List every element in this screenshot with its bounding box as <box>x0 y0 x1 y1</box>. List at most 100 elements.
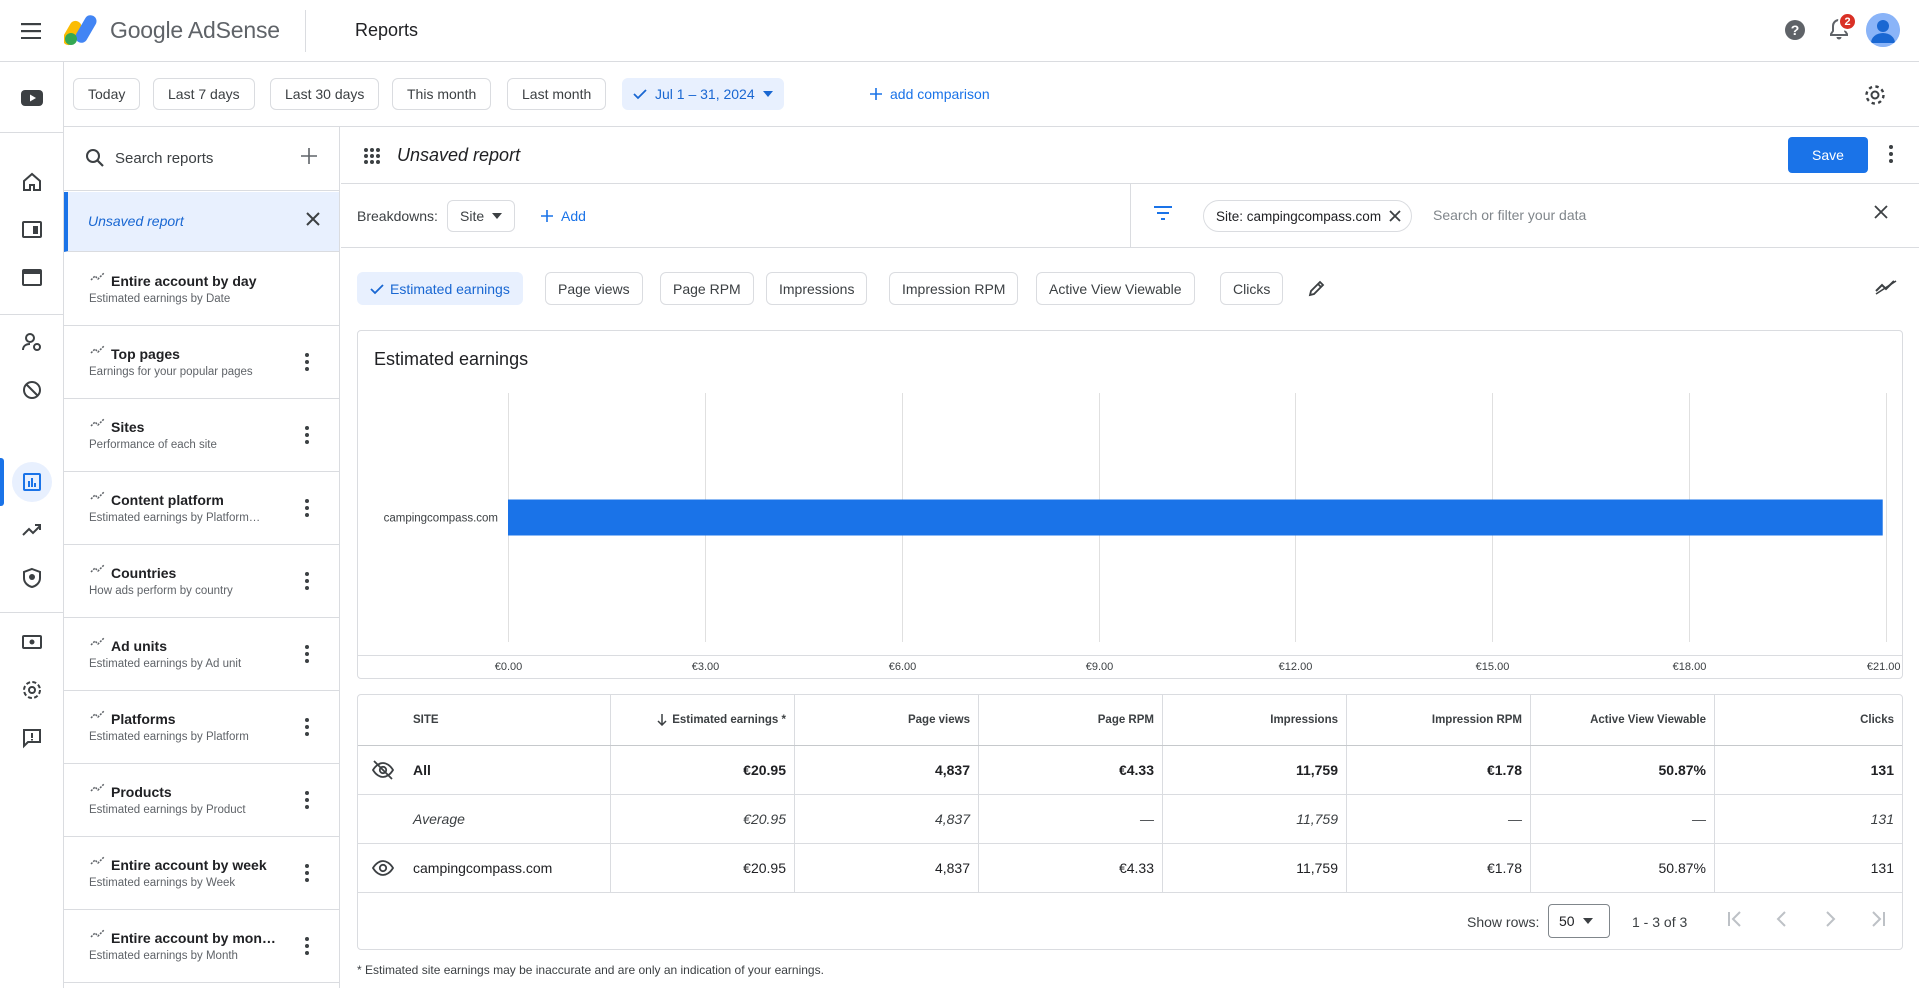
more-options-icon[interactable] <box>304 644 310 664</box>
edit-metrics-icon[interactable] <box>1307 278 1327 298</box>
report-item[interactable]: Entire account by day Estimated earnings … <box>64 253 339 326</box>
chart-bar[interactable] <box>508 499 1883 536</box>
adsense-logo-icon[interactable] <box>64 14 104 46</box>
column-header[interactable]: SITE <box>358 695 610 745</box>
report-item-title: Entire account by week <box>111 857 267 873</box>
sites-icon[interactable] <box>12 210 52 250</box>
x-tick-label: €6.00 <box>889 661 917 673</box>
more-options-icon[interactable] <box>304 498 310 518</box>
breakdown-site-dropdown[interactable]: Site <box>447 200 516 232</box>
metric-chip-page-rpm[interactable]: Page RPM <box>660 272 754 305</box>
check-icon <box>633 89 647 100</box>
more-options-icon[interactable] <box>304 425 310 445</box>
metric-chip-page-views[interactable]: Page views <box>545 272 643 305</box>
more-options-icon[interactable] <box>304 863 310 883</box>
menu-icon[interactable] <box>18 17 46 45</box>
column-header[interactable]: Estimated earnings * <box>610 695 794 745</box>
more-options-icon[interactable] <box>304 571 310 591</box>
filter-search-input[interactable]: Search or filter your data <box>1433 207 1586 223</box>
payments-icon[interactable] <box>12 622 52 662</box>
blocking-controls-icon[interactable] <box>12 370 52 410</box>
more-options-icon[interactable] <box>304 936 310 956</box>
column-header[interactable]: Page views <box>794 695 978 745</box>
reports-icon[interactable] <box>12 462 52 502</box>
table-cell: — <box>1530 795 1714 843</box>
report-header: Unsaved report Save <box>341 127 1919 184</box>
new-report-plus-icon[interactable] <box>300 147 318 165</box>
metric-chip-impression-rpm[interactable]: Impression RPM <box>889 272 1019 305</box>
report-item-subtitle: Estimated earnings by Product <box>89 804 246 816</box>
report-item[interactable]: Platforms Estimated earnings by Platform <box>64 691 339 764</box>
report-item-subtitle: Estimated earnings by Week <box>89 877 236 889</box>
metric-chip-estimated-earnings[interactable]: Estimated earnings <box>357 272 523 305</box>
report-item[interactable]: Countries How ads perform by country <box>64 545 339 618</box>
brand-name[interactable]: Google AdSense <box>110 17 280 44</box>
search-reports-field[interactable]: Search reports <box>64 127 339 191</box>
more-options-icon[interactable] <box>304 717 310 737</box>
add-comparison-button[interactable]: add comparison <box>870 78 990 110</box>
last-page-icon[interactable] <box>1868 909 1888 929</box>
clear-filters-icon[interactable] <box>1873 204 1889 220</box>
report-item[interactable]: Top pages Earnings for your popular pages <box>64 326 339 399</box>
remove-filter-icon[interactable] <box>1389 210 1401 222</box>
account-avatar[interactable] <box>1866 13 1900 47</box>
report-item[interactable]: Entire account by mon… Estimated earnings… <box>64 910 339 983</box>
report-item[interactable]: Entire account by week Estimated earnings… <box>64 837 339 910</box>
column-header[interactable]: Impressions <box>1162 695 1346 745</box>
first-page-icon[interactable] <box>1725 909 1745 929</box>
trend-icon <box>90 564 105 573</box>
previous-page-icon[interactable] <box>1772 909 1792 929</box>
policy-center-icon[interactable] <box>12 558 52 598</box>
add-breakdown-button[interactable]: Add <box>541 200 586 232</box>
date-chip-last-month[interactable]: Last month <box>507 78 607 110</box>
feedback-icon[interactable] <box>12 718 52 758</box>
metric-chip-active-view-viewable[interactable]: Active View Viewable <box>1036 272 1195 305</box>
column-header[interactable]: Active View Viewable <box>1530 695 1714 745</box>
save-button[interactable]: Save <box>1788 137 1868 173</box>
x-tick-label: €9.00 <box>1086 661 1114 673</box>
metric-chip-impressions[interactable]: Impressions <box>766 272 868 305</box>
report-name[interactable]: Unsaved report <box>397 145 520 166</box>
filter-chip-site[interactable]: Site: campingcompass.com <box>1203 200 1413 232</box>
report-item[interactable]: Products Estimated earnings by Product <box>64 764 339 837</box>
report-item[interactable]: Content platform Estimated earnings by Pl… <box>64 472 339 545</box>
filter-chip-label: Site: campingcompass.com <box>1216 208 1382 224</box>
column-header-label: Estimated earnings * <box>672 714 786 726</box>
more-options-icon[interactable] <box>304 790 310 810</box>
report-item[interactable]: Ad units Estimated earnings by Ad unit <box>64 618 339 691</box>
youtube-icon[interactable] <box>12 78 52 118</box>
next-page-icon[interactable] <box>1820 909 1840 929</box>
sort-descending-icon <box>657 714 667 726</box>
date-chip-this-month[interactable]: This month <box>392 78 492 110</box>
report-item-unsaved[interactable]: Unsaved report <box>64 192 339 252</box>
metric-chip-clicks[interactable]: Clicks <box>1220 272 1284 305</box>
filter-icon[interactable] <box>1153 205 1173 221</box>
date-chip-last-30-days[interactable]: Last 30 days <box>270 78 380 110</box>
table-cell: — <box>1346 795 1530 843</box>
date-range-selector[interactable]: Jul 1 – 31, 2024 <box>622 78 784 110</box>
close-icon[interactable] <box>305 211 321 227</box>
date-chip-last-7-days[interactable]: Last 7 days <box>153 78 255 110</box>
more-options-icon[interactable] <box>304 352 310 372</box>
column-header[interactable]: Impression RPM <box>1346 695 1530 745</box>
optimization-icon[interactable] <box>12 510 52 550</box>
more-options-icon[interactable] <box>1888 143 1894 165</box>
help-icon[interactable]: ? <box>1783 18 1809 44</box>
date-chip-today[interactable]: Today <box>73 78 141 110</box>
account-settings-icon[interactable] <box>12 670 52 710</box>
notification-badge: 2 <box>1838 12 1857 31</box>
page-title: Reports <box>355 20 419 40</box>
report-item-subtitle: How ads perform by country <box>89 585 233 597</box>
home-icon[interactable] <box>12 162 52 202</box>
report-item-subtitle: Estimated earnings by Date <box>89 293 231 305</box>
rows-per-page-select[interactable]: 50 <box>1548 904 1610 938</box>
trend-icon <box>90 856 105 865</box>
report-item[interactable]: Sites Performance of each site <box>64 399 339 472</box>
apps-grid-icon[interactable] <box>363 147 381 165</box>
chart-type-toggle-icon[interactable] <box>1874 277 1898 297</box>
settings-gear-icon[interactable] <box>1863 83 1889 109</box>
column-header[interactable]: Page RPM <box>978 695 1162 745</box>
privacy-messaging-icon[interactable] <box>12 322 52 362</box>
column-header[interactable]: Clicks <box>1714 695 1902 745</box>
ads-icon[interactable] <box>12 258 52 298</box>
